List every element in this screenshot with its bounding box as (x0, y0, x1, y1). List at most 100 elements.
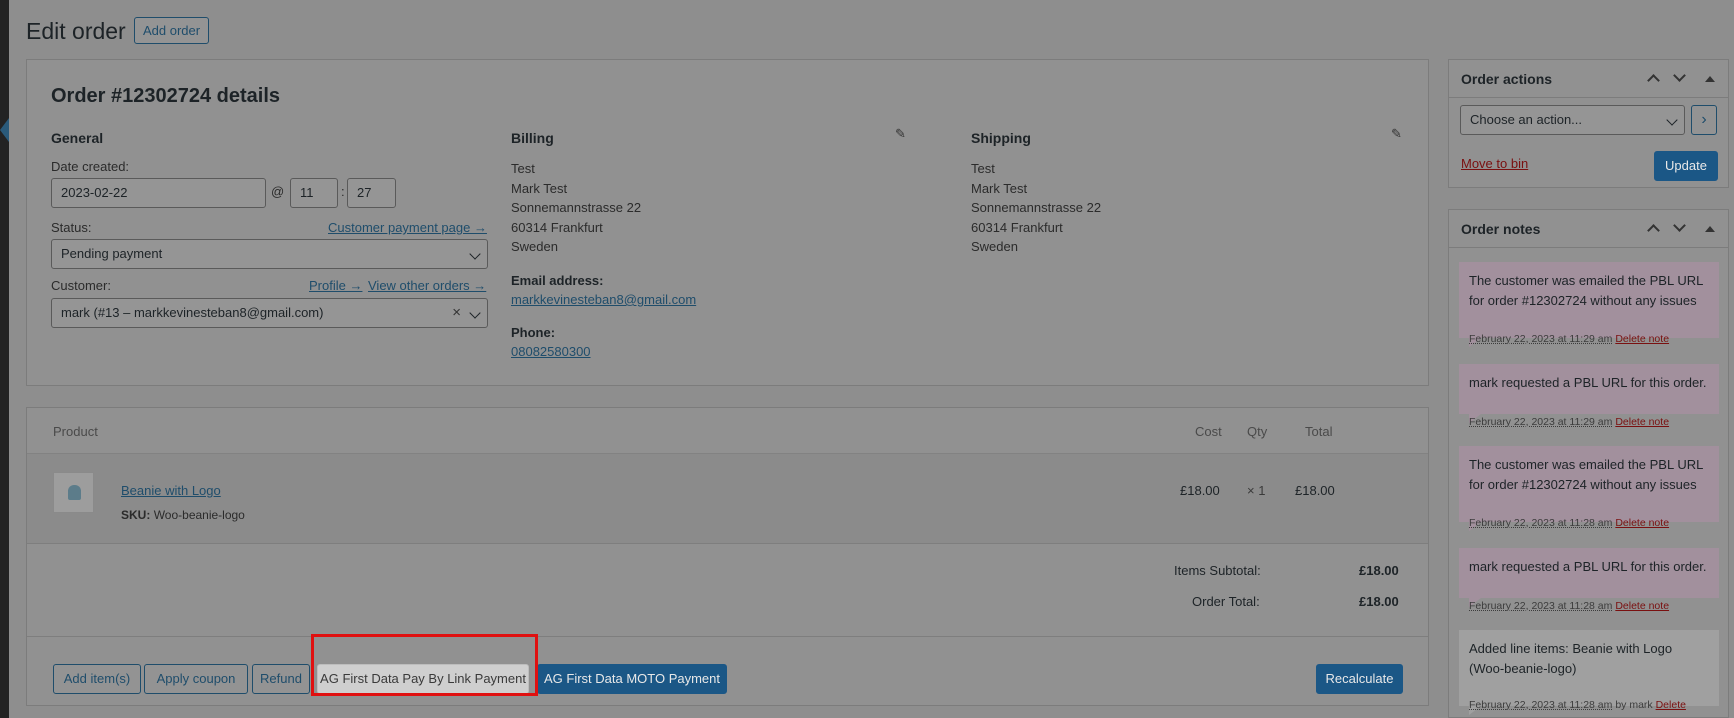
order-notes-header: Order notes (1449, 210, 1728, 248)
billing-address-line: Test (511, 161, 535, 176)
order-note: The customer was emailed the PBL URL for… (1459, 446, 1719, 522)
date-created-input[interactable]: 2023-02-22 (51, 178, 266, 208)
item-cost: £18.00 (1180, 483, 1220, 498)
billing-email-link[interactable]: markkevinesteban8@gmail.com (511, 292, 696, 307)
highlight-box (311, 634, 538, 696)
items-subtotal-value: £18.00 (1359, 563, 1399, 578)
delete-note-link[interactable]: Delete note (1615, 517, 1669, 529)
admin-menu-strip (0, 0, 9, 718)
hour-input[interactable]: 11 (290, 178, 338, 208)
billing-title: Billing (511, 130, 554, 146)
moto-payment-button[interactable]: AG First Data MOTO Payment (537, 664, 727, 694)
header-total: Total (1305, 424, 1333, 439)
order-actions-panel: Order actions Choose an action... › Move… (1448, 59, 1729, 188)
apply-action-button[interactable]: › (1691, 105, 1717, 135)
recalculate-button[interactable]: Recalculate (1316, 664, 1403, 694)
toggle-panel-icon[interactable] (1705, 226, 1715, 232)
header-product: Product (53, 424, 98, 439)
order-actions-title: Order actions (1461, 71, 1553, 87)
at-separator: @ (271, 184, 285, 199)
order-details-panel: Order #12302724 details General Date cre… (26, 59, 1429, 386)
shipping-address-line: Test (971, 161, 995, 176)
email-label: Email address: (511, 273, 604, 288)
product-sku: SKU: Woo-beanie-logo (121, 508, 245, 522)
product-thumbnail (53, 472, 94, 513)
billing-address-line: Mark Test (511, 180, 568, 196)
billing-address-line: Sonnemannstrasse 22 (511, 200, 642, 215)
note-author: by mark (1615, 699, 1653, 711)
move-up-icon[interactable] (1647, 224, 1660, 237)
customer-select[interactable]: mark (#13 – markkevinesteban8@gmail.com)… (51, 298, 488, 328)
profile-link[interactable]: Profile → (309, 278, 362, 293)
note-date: February 22, 2023 at 11:28 am (1469, 699, 1613, 711)
add-order-button[interactable]: Add order (134, 17, 210, 44)
billing-address-line: 60314 Frankfurt (511, 219, 603, 235)
move-up-icon[interactable] (1647, 74, 1660, 87)
order-action-select-value: Choose an action... (1470, 112, 1583, 127)
note-text: The customer was emailed the PBL URL for… (1469, 273, 1703, 308)
note-date: February 22, 2023 at 11:28 am (1469, 517, 1613, 529)
apply-coupon-button[interactable]: Apply coupon (144, 664, 248, 694)
header-qty: Qty (1247, 424, 1268, 439)
order-note: The customer was emailed the PBL URL for… (1459, 262, 1719, 338)
view-other-orders-link[interactable]: View other orders → (368, 278, 486, 293)
order-actions-header: Order actions (1449, 60, 1728, 98)
items-actions-bar: Add item(s) Apply coupon Refund AG First… (27, 636, 1428, 707)
move-down-icon[interactable] (1673, 219, 1686, 232)
shipping-address: Test Mark Test Sonnemannstrasse 22 60314… (971, 159, 1101, 257)
phone-label: Phone: (511, 325, 556, 340)
note-meta: February 22, 2023 at 11:28 am Delete not… (1469, 600, 1669, 612)
add-items-button[interactable]: Add item(s) (53, 664, 141, 694)
order-notes-title: Order notes (1461, 221, 1541, 237)
chevron-down-icon (469, 307, 481, 319)
shipping-address-line: Mark Test (971, 180, 1028, 196)
product-name-link[interactable]: Beanie with Logo (121, 483, 221, 498)
shipping-address-line: 60314 Frankfurt (971, 219, 1063, 235)
shipping-title: Shipping (971, 130, 1031, 146)
time-colon: : (341, 184, 345, 199)
status-select[interactable]: Pending payment (51, 239, 488, 269)
table-row: Beanie with Logo SKU: Woo-beanie-logo £1… (27, 453, 1428, 544)
order-notes-panel: Order notes The customer was emailed the… (1448, 209, 1729, 718)
chevron-down-icon (469, 248, 481, 260)
note-text: Added line items: Beanie with Logo (Woo-… (1469, 641, 1673, 676)
order-items-panel: Product Cost Qty Total Beanie with Logo … (26, 407, 1429, 706)
move-to-bin-link[interactable]: Move to bin (1461, 156, 1528, 171)
note-meta: February 22, 2023 at 11:29 am Delete not… (1469, 416, 1669, 428)
refund-button[interactable]: Refund (252, 664, 310, 694)
order-note-system: Added line items: Beanie with Logo (Woo-… (1459, 630, 1719, 706)
shipping-address-line: Sweden (971, 239, 1018, 254)
note-date: February 22, 2023 at 11:29 am (1469, 333, 1613, 345)
order-note: mark requested a PBL URL for this order. (1459, 548, 1719, 598)
items-subtotal-label: Items Subtotal: (1174, 563, 1261, 578)
beanie-image-icon (68, 485, 81, 500)
delete-note-link[interactable]: Delete note (1615, 333, 1669, 345)
item-total: £18.00 (1295, 483, 1335, 498)
chevron-down-icon (1666, 114, 1678, 126)
edit-shipping-icon[interactable]: ✎ (1391, 126, 1402, 142)
note-meta: February 22, 2023 at 11:29 am Delete not… (1469, 333, 1669, 345)
note-date: February 22, 2023 at 11:29 am (1469, 416, 1613, 428)
delete-note-link[interactable]: Delete note (1615, 416, 1669, 428)
delete-note-link[interactable]: Delete (1656, 699, 1686, 711)
edit-billing-icon[interactable]: ✎ (895, 126, 906, 142)
order-details-heading: Order #12302724 details (51, 85, 281, 107)
note-text: mark requested a PBL URL for this order. (1469, 559, 1707, 574)
collapse-menu-icon[interactable] (0, 118, 9, 142)
order-total-label: Order Total: (1192, 594, 1260, 609)
status-select-value: Pending payment (61, 246, 163, 261)
billing-phone-link[interactable]: 08082580300 (511, 344, 591, 359)
toggle-panel-icon[interactable] (1705, 76, 1715, 82)
move-down-icon[interactable] (1673, 69, 1686, 82)
customer-payment-page-link[interactable]: Customer payment page → (328, 220, 487, 235)
billing-address: Test Mark Test Sonnemannstrasse 22 60314… (511, 159, 641, 257)
customer-select-value: mark (#13 – markkevinesteban8@gmail.com) (61, 305, 324, 320)
customer-label: Customer: (51, 278, 111, 293)
clear-icon[interactable]: × (452, 299, 461, 327)
update-button[interactable]: Update (1654, 151, 1718, 181)
minute-input[interactable]: 27 (347, 178, 396, 208)
note-meta: February 22, 2023 at 11:28 am Delete not… (1469, 517, 1669, 529)
status-label: Status: (51, 220, 92, 235)
order-action-select[interactable]: Choose an action... (1460, 105, 1685, 135)
delete-note-link[interactable]: Delete note (1615, 600, 1669, 612)
